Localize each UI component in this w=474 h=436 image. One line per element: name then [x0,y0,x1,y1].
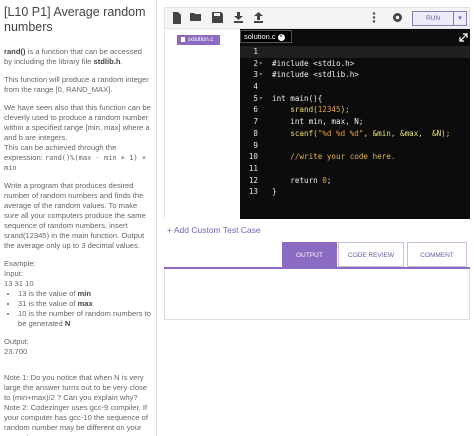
code-token: ); [340,105,350,115]
download-icon[interactable] [232,12,244,25]
code-line[interactable]: 6 srand(12345); [240,104,470,116]
line-number: 4 [253,82,258,92]
code-token: #include <stdlib.h> [272,70,359,80]
code-lines[interactable]: 1 2 ▾ #include <stdio.h> 3 ▾ #include <stdlib.… [240,46,470,198]
input-explanation-list: 13 is the value of min 31 is the value o… [18,289,152,329]
code-token: scanf( [272,128,318,138]
code-text: scanf("%d %d %d", &min, &max, &N); [272,128,450,140]
code-token: , &min, &max, &N); [363,128,451,138]
code-token: int main(){ [272,93,323,103]
file-icon [181,36,185,42]
input-label: Input: [4,269,23,278]
file-item-solution[interactable]: solution.c [177,35,220,45]
note-2: Note 2: Codezinger uses gcc-9 compiler. … [4,403,148,436]
line-number: 8 [253,128,258,138]
code-line[interactable]: 13} [240,186,470,198]
fullscreen-icon[interactable] [459,33,468,42]
line-number: 1 [253,47,258,56]
problem-intro: rand() is a function that can be accesse… [4,47,143,66]
problem-pane: [L10 P1] Average random numbers rand() i… [0,0,157,436]
line-number: 7 [253,117,258,127]
line-number: 5 [253,93,258,103]
example-label: Example: [4,259,36,268]
code-line[interactable]: 10 //write your code here. [240,151,470,163]
code-token: 12345 [317,105,341,115]
code-token: return [272,175,323,185]
code-line[interactable]: 7 int min, max, N; [240,116,470,128]
code-line[interactable]: 3 ▾ #include <stdlib.h> [240,69,470,81]
code-token: int min, max, N; [272,117,364,127]
code-line[interactable]: 9 [240,140,470,152]
folder-open-icon[interactable] [190,12,202,25]
editor-tab-solution[interactable]: solution.c × [240,30,292,43]
line-number: 10 [248,152,258,162]
line-number: 11 [248,163,258,173]
problem-range-text: This function will produce a random inte… [4,75,149,94]
line-number: 12 [248,175,258,185]
file-icon[interactable] [171,12,183,25]
code-line[interactable]: 2 ▾ #include <stdio.h> [240,58,470,70]
run-options-button[interactable]: ▾ [454,11,467,26]
code-token: "%d %d %d" [317,128,364,138]
list-item: 31 is the value of max [18,299,152,309]
code-text: return 0; [272,175,331,187]
output-panel [164,269,470,320]
code-line[interactable]: 12 return 0; [240,175,470,187]
input-value: 13 31 10 [4,279,34,288]
problem-task: Write a program that produces desired nu… [4,181,146,250]
code-line[interactable]: 11 [240,163,470,175]
code-line[interactable]: 4 [240,81,470,93]
code-token: #include <stdio.h> [272,58,355,68]
more-vert-icon[interactable] [368,12,380,25]
code-text: srand(12345); [272,104,350,116]
run-button[interactable]: RUN [412,11,454,26]
line-number: 2 [253,58,258,68]
upload-icon[interactable] [252,12,264,25]
code-line[interactable]: 5 ▾ int main(){ [240,93,470,105]
editor-toolbar: RUN ▾ [164,7,470,29]
output-value: 23.700 [4,347,28,356]
line-number: 9 [253,140,258,150]
code-token: srand( [272,105,318,115]
list-item: 13 is the value of min [18,289,152,299]
code-token: //write your code here. [272,152,396,162]
fold-toggle-icon[interactable]: ▾ [259,69,265,81]
fold-toggle-icon[interactable]: ▾ [259,93,265,105]
line-number: 6 [253,105,258,115]
tab-code-review[interactable]: CODE REVIEW [338,242,404,267]
list-item: 10 is the number of random numbers to be… [18,309,152,329]
code-text: #include <stdio.h> [272,58,354,70]
problem-range-explanation: We have seen also that this function can… [4,103,151,172]
save-icon[interactable] [211,12,223,25]
line-number: 3 [253,70,258,80]
code-text: //write your code here. [272,151,395,163]
problem-title: [L10 P1] Average random numbers [4,5,146,34]
code-text: } [272,186,277,198]
code-text: int main(){ [272,93,322,105]
code-token: ; [326,175,332,185]
code-text: #include <stdlib.h> [272,69,359,81]
line-number: 13 [248,187,258,197]
fold-toggle-icon[interactable]: ▾ [259,58,265,70]
output-label: Output: [4,337,29,346]
code-text: int min, max, N; [272,116,363,128]
file-explorer: solution.c [164,29,236,219]
chevron-down-icon: ▾ [458,15,462,22]
code-line[interactable]: 8 scanf("%d %d %d", &min, &max, &N); [240,128,470,140]
code-token: } [272,187,277,197]
settings-icon[interactable] [391,12,403,25]
tab-output[interactable]: OUTPUT [282,242,337,267]
workspace-pane: RUN ▾ solution.c solution.c × 1 2 ▾ #include… [164,7,470,436]
tab-comment[interactable]: COMMENT [407,242,467,267]
close-icon[interactable]: × [277,33,285,41]
code-editor[interactable]: solution.c × 1 2 ▾ #include <stdio.h> 3 ▾ #incl… [240,29,470,219]
code-line[interactable]: 1 [240,46,470,58]
note-1: Note 1: Do you notice that when N is ver… [4,373,148,402]
add-custom-test-case-link[interactable]: + Add Custom Test Case [167,225,261,235]
